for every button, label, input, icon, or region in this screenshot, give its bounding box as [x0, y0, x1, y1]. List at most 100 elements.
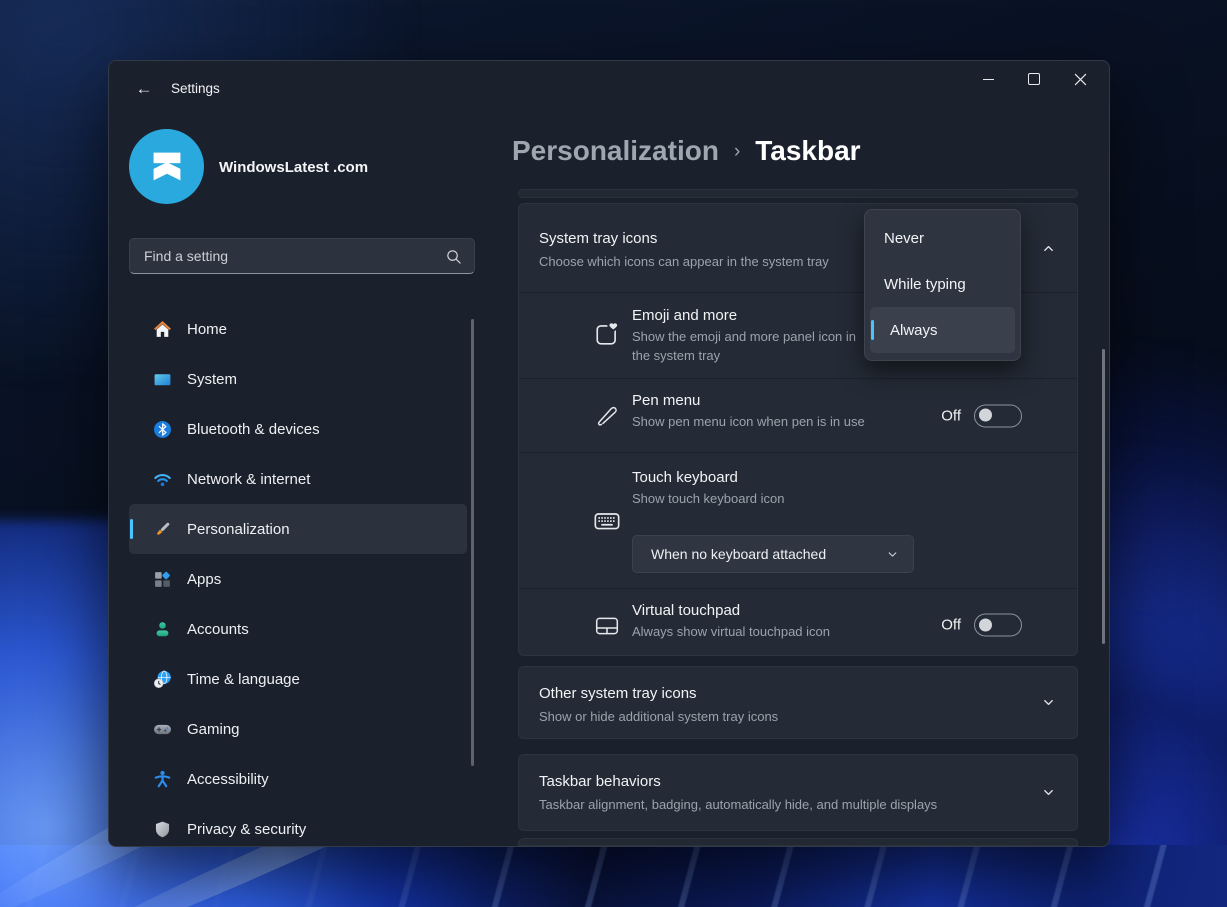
setting-subtitle: Show the emoji and more panel icon in th… — [632, 328, 872, 366]
system-icon — [152, 369, 172, 389]
minimize-button[interactable] — [965, 61, 1011, 97]
setting-text: Virtual touchpad Always show virtual tou… — [632, 602, 830, 642]
sidebar-item-label: Privacy & security — [187, 821, 306, 838]
sidebar-item-label: System — [187, 371, 237, 388]
sidebar-item-label: Time & language — [187, 671, 300, 688]
sidebar-item-privacy[interactable]: Privacy & security — [129, 804, 467, 847]
setting-subtitle: Choose which icons can appear in the sys… — [539, 254, 829, 269]
accessibility-icon — [152, 769, 172, 789]
sidebar-item-label: Apps — [187, 571, 221, 588]
search-input[interactable] — [142, 247, 445, 265]
breadcrumb: Personalization › Taskbar — [512, 135, 861, 167]
pen-menu-toggle[interactable] — [974, 404, 1022, 427]
flyout-option-never[interactable]: Never — [865, 215, 1020, 261]
virtual-touchpad-toggle-wrap: Off — [941, 614, 1022, 637]
selected-indicator — [130, 519, 133, 539]
toggle-state-label: Off — [941, 617, 961, 634]
sidebar-item-personalization[interactable]: Personalization — [129, 504, 467, 554]
search-icon — [445, 248, 462, 265]
sidebar-item-gaming[interactable]: Gaming — [129, 704, 467, 754]
virtual-touchpad-row: Virtual touchpad Always show virtual tou… — [519, 588, 1077, 656]
sidebar-item-time-language[interactable]: Time & language — [129, 654, 467, 704]
breadcrumb-parent[interactable]: Personalization — [512, 135, 719, 167]
sidebar-item-label: Gaming — [187, 721, 240, 738]
flyout-option-while-typing[interactable]: While typing — [865, 261, 1020, 307]
minimize-icon — [983, 79, 994, 80]
flyout-option-label: While typing — [884, 276, 966, 293]
shield-icon — [152, 819, 172, 839]
window-title: Settings — [171, 81, 220, 96]
dropdown-value: When no keyboard attached — [651, 546, 886, 562]
setting-subtitle: Show touch keyboard icon — [632, 490, 784, 509]
taskbar-behaviors-card[interactable]: Taskbar behaviors Taskbar alignment, bad… — [518, 754, 1078, 831]
close-button[interactable] — [1057, 61, 1103, 97]
chevron-down-icon — [1041, 785, 1056, 800]
setting-text: Emoji and more Show the emoji and more p… — [632, 307, 872, 366]
virtual-touchpad-toggle[interactable] — [974, 614, 1022, 637]
sidebar-item-label: Home — [187, 321, 227, 338]
setting-title: Other system tray icons — [539, 685, 697, 702]
sidebar-item-label: Network & internet — [187, 471, 310, 488]
setting-title: Pen menu — [632, 392, 865, 409]
flyout-option-label: Never — [884, 230, 924, 247]
windowslatest-logo-icon — [144, 144, 190, 190]
sidebar-item-bluetooth[interactable]: Bluetooth & devices — [129, 404, 467, 454]
toggle-knob — [979, 618, 992, 631]
sidebar-item-network[interactable]: Network & internet — [129, 454, 467, 504]
setting-text: Touch keyboard Show touch keyboard icon — [632, 469, 784, 509]
sidebar: Home System Bluetooth & devices Network … — [129, 304, 467, 847]
setting-subtitle: Show pen menu icon when pen is in use — [632, 413, 865, 432]
setting-subtitle: Always show virtual touchpad icon — [632, 623, 830, 642]
settings-window: ← Settings WindowsLatest .com — [108, 60, 1110, 847]
expand-button[interactable] — [1031, 778, 1065, 808]
sidebar-item-label: Bluetooth & devices — [187, 421, 320, 438]
other-system-tray-icons-card[interactable]: Other system tray icons Show or hide add… — [518, 666, 1078, 739]
setting-subtitle: Taskbar alignment, badging, automaticall… — [539, 797, 937, 812]
maximize-button[interactable] — [1011, 61, 1057, 97]
expand-button[interactable] — [1031, 688, 1065, 718]
avatar[interactable] — [129, 129, 204, 204]
system-tray-dropdown-flyout: Never While typing Always — [864, 209, 1021, 361]
setting-subtitle: Show or hide additional system tray icon… — [539, 709, 778, 724]
close-icon — [1074, 73, 1087, 86]
toggle-knob — [979, 409, 992, 422]
sidebar-item-accessibility[interactable]: Accessibility — [129, 754, 467, 804]
setting-text: Pen menu Show pen menu icon when pen is … — [632, 392, 865, 432]
sidebar-item-system[interactable]: System — [129, 354, 467, 404]
sidebar-item-label: Accounts — [187, 621, 249, 638]
search-box[interactable] — [129, 238, 475, 274]
sidebar-scrollbar[interactable] — [471, 319, 474, 766]
virtual-touchpad-icon — [593, 613, 621, 639]
account-name: WindowsLatest .com — [219, 159, 368, 176]
desktop: ← Settings WindowsLatest .com — [0, 0, 1227, 907]
toggle-state-label: Off — [941, 407, 961, 424]
sidebar-item-home[interactable]: Home — [129, 304, 467, 354]
window-controls — [965, 61, 1103, 97]
back-button[interactable]: ← — [129, 75, 159, 103]
content-scrollbar[interactable] — [1102, 349, 1105, 644]
emoji-panel-icon — [593, 321, 621, 347]
previous-card-sliver — [518, 189, 1078, 198]
flyout-option-always[interactable]: Always — [870, 307, 1015, 353]
personalization-icon — [152, 519, 172, 539]
setting-title: System tray icons — [539, 230, 657, 247]
collapse-button[interactable] — [1031, 233, 1065, 263]
touch-keyboard-row: Touch keyboard Show touch keyboard icon … — [519, 452, 1077, 588]
setting-title: Virtual touchpad — [632, 602, 830, 619]
sidebar-item-apps[interactable]: Apps — [129, 554, 467, 604]
page-title: Taskbar — [755, 135, 860, 167]
chevron-down-icon — [1041, 695, 1056, 710]
pen-icon — [593, 403, 621, 428]
home-icon — [152, 319, 172, 339]
accounts-icon — [152, 619, 172, 639]
time-language-icon — [152, 669, 172, 689]
apps-icon — [152, 569, 172, 589]
sidebar-item-accounts[interactable]: Accounts — [129, 604, 467, 654]
selected-indicator — [871, 320, 874, 340]
gaming-icon — [152, 719, 172, 739]
touch-keyboard-icon — [593, 507, 621, 535]
setting-title: Taskbar behaviors — [539, 773, 661, 790]
touch-keyboard-dropdown[interactable]: When no keyboard attached — [632, 535, 914, 573]
pen-menu-toggle-wrap: Off — [941, 404, 1022, 427]
sidebar-item-label: Personalization — [187, 521, 290, 538]
